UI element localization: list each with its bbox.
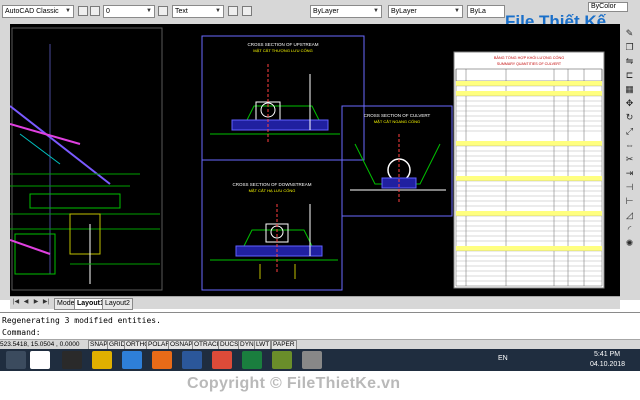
trim-icon[interactable]: ✂ (624, 154, 635, 165)
cmd-app-icon[interactable] (62, 351, 82, 369)
mirror-icon[interactable]: ⇋ (624, 56, 635, 67)
left-dock (0, 24, 10, 300)
erase-icon[interactable]: ✎ (624, 28, 635, 39)
word-icon[interactable] (182, 351, 202, 369)
workspace-value: AutoCAD Classic (5, 8, 59, 15)
paint-icon[interactable] (302, 351, 322, 369)
command-prompt[interactable]: Command: (2, 328, 41, 337)
excel-icon[interactable] (242, 351, 262, 369)
layer-previous-icon[interactable] (158, 6, 168, 16)
linetype-value: ByLayer (391, 8, 417, 15)
clock-time[interactable]: 5:41 PM (594, 351, 620, 358)
text-style-dropdown[interactable]: Text ▼ (172, 5, 224, 18)
clock-date[interactable]: 04.10.2018 (590, 361, 625, 368)
firefox-icon[interactable] (152, 351, 172, 369)
rotate-icon[interactable]: ↻ (624, 112, 635, 123)
layout-drawing: CROSS SECTION OF UPSTREAM MẶT CẮT THƯỢNG… (170, 24, 620, 296)
workspace-settings-icon[interactable] (78, 6, 88, 16)
chrome-icon[interactable] (212, 351, 232, 369)
extend-icon[interactable]: ⇥ (624, 168, 635, 179)
command-window: Regenerating 3 modified entities. Comman… (0, 312, 640, 340)
lineweight-value: ByLa (470, 8, 486, 15)
table-title: BẢNG TỔNG HỢP KHỐI LƯỢNG CỐNG (494, 55, 564, 60)
move-icon[interactable]: ✥ (624, 98, 635, 109)
left-viewport-drawing (9, 27, 163, 291)
language-indicator[interactable]: EN (498, 355, 508, 362)
color-dropdown[interactable]: ByLayer ▼ (310, 5, 382, 18)
downstream-subtitle: MẶT CẮT HẠ LƯU CỐNG (249, 188, 296, 193)
culvert-title: CROSS SECTION OF CULVERT (364, 113, 431, 118)
chevron-down-icon: ▼ (65, 8, 71, 14)
explode-icon[interactable]: ✺ (624, 238, 635, 249)
text-style-value: Text (175, 8, 188, 15)
upstream-title: CROSS SECTION OF UPSTREAM (247, 42, 318, 47)
array-icon[interactable]: ▦ (624, 84, 635, 95)
table-subtitle: SUMMARY QUANTITIES OF CULVERT (497, 62, 562, 66)
edge-icon[interactable] (122, 351, 142, 369)
layer-value: 0 (106, 8, 110, 15)
footer-watermark: Copyright © FileThietKe.vn (0, 371, 640, 400)
stretch-icon[interactable]: ⇔ (624, 140, 635, 151)
plot-style-value: ByColor (591, 3, 616, 10)
dimension-style-icon[interactable] (228, 6, 238, 16)
folder-icon[interactable] (92, 351, 112, 369)
last-tab-icon[interactable]: ▶| (42, 298, 50, 307)
lineweight-dropdown[interactable]: ByLa (467, 5, 505, 18)
autocad-icon[interactable] (272, 351, 292, 369)
offset-icon[interactable]: ⊏ (624, 70, 635, 81)
main-drawing-viewport[interactable]: CROSS SECTION OF UPSTREAM MẶT CẮT THƯỢNG… (170, 24, 620, 296)
upstream-subtitle: MẶT CẮT THƯỢNG LƯU CỐNG (253, 48, 312, 53)
tab-layout2[interactable]: Layout2 (102, 298, 133, 310)
chevron-down-icon: ▼ (454, 8, 460, 14)
properties-toolbar: AutoCAD Classic ▼ 0 ▼ Text ▼ ByLayer ▼ ByLay… (0, 0, 640, 31)
layout-tabs-bar: |◀ ◀ ▶ ▶| Model Layout1 Layout2 (10, 296, 620, 310)
next-tab-icon[interactable]: ▶ (32, 298, 40, 307)
copy-icon[interactable]: ❐ (624, 42, 635, 53)
table-style-icon[interactable] (242, 6, 252, 16)
windows-taskbar: EN 5:41 PM 04.10.2018 (0, 349, 640, 371)
table-rows (456, 81, 602, 282)
break-icon[interactable]: ⊣ (624, 182, 635, 193)
command-history: Regenerating 3 modified entities. (2, 316, 161, 325)
chevron-down-icon: ▼ (215, 8, 221, 14)
downstream-title: CROSS SECTION OF DOWNSTREAM (232, 182, 311, 187)
plot-style-dropdown[interactable]: ByColor (588, 2, 628, 12)
workspace-dropdown[interactable]: AutoCAD Classic ▼ (2, 5, 74, 18)
layer-manager-icon[interactable] (90, 6, 100, 16)
left-viewport[interactable] (9, 24, 170, 296)
chevron-down-icon: ▼ (146, 8, 152, 14)
explorer-icon[interactable] (30, 351, 50, 369)
prev-tab-icon[interactable]: ◀ (22, 298, 30, 307)
layer-dropdown[interactable]: 0 ▼ (103, 5, 155, 18)
start-icon[interactable] (6, 351, 26, 369)
modify-toolbar: ✎ ❐ ⇋ ⊏ ▦ ✥ ↻ ⤢ ⇔ ✂ ⇥ ⊣ ⊢ ◿ ◜ ✺ (620, 24, 640, 300)
scale-icon[interactable]: ⤢ (624, 126, 635, 137)
linetype-dropdown[interactable]: ByLayer ▼ (388, 5, 463, 18)
color-value: ByLayer (313, 8, 339, 15)
first-tab-icon[interactable]: |◀ (12, 298, 20, 307)
join-icon[interactable]: ⊢ (624, 196, 635, 207)
copyright-text: Copyright © FileThietKe.vn (187, 375, 401, 392)
culvert-subtitle: MẶT CẮT NGANG CỐNG (374, 119, 420, 124)
quantity-table (453, 51, 605, 289)
chevron-down-icon: ▼ (373, 8, 379, 14)
chamfer-icon[interactable]: ◿ (624, 210, 635, 221)
fillet-icon[interactable]: ◜ (624, 224, 635, 235)
